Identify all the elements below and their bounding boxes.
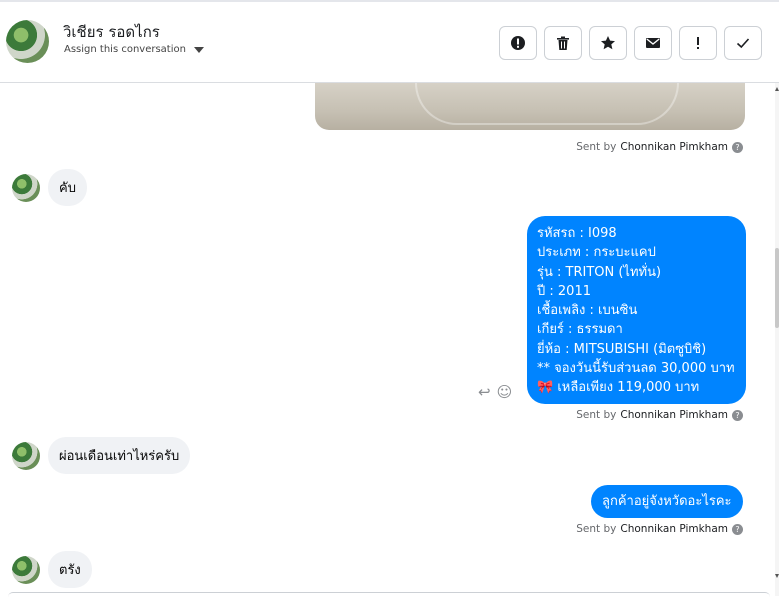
check-icon	[736, 38, 750, 49]
message-line: รุ่น : TRITON (ไททั่น)	[537, 264, 662, 280]
message-line: เกียร์ : ธรรมดา	[537, 322, 623, 338]
incoming-message[interactable]: ผ่อนเดือนเท่าไหร่ครับ	[48, 437, 191, 474]
incoming-message[interactable]: คับ	[48, 169, 87, 206]
message-line: ยี่ห้อ : MITSUBISHI (มิตซูบิชิ)	[537, 341, 707, 357]
help-icon[interactable]: ?	[732, 409, 743, 421]
help-icon[interactable]: ?	[732, 523, 743, 535]
trash-icon	[557, 36, 569, 50]
contact-avatar-small[interactable]	[12, 442, 40, 470]
scroll-up-icon[interactable]	[775, 87, 779, 91]
reply-icon[interactable]: ↩	[478, 383, 491, 401]
message-actions: ↩ ☺	[478, 383, 512, 401]
sent-by-prefix: Sent by	[576, 141, 617, 153]
star-button[interactable]	[589, 26, 627, 60]
sent-by-label: Sent by Chonnikan Pimkham ?	[576, 409, 743, 421]
composer-edge	[8, 592, 770, 597]
message-thread[interactable]: Sent by Chonnikan Pimkham ? คับ รหัสรถ :…	[0, 83, 775, 596]
assign-conversation-dropdown[interactable]: Assign this conversation	[64, 44, 204, 55]
done-button[interactable]	[724, 26, 762, 60]
follow-up-button[interactable]	[679, 26, 717, 60]
incoming-message[interactable]: ตรัง	[48, 551, 92, 588]
scroll-down-icon[interactable]	[775, 574, 779, 578]
sent-by-prefix: Sent by	[576, 523, 617, 535]
assign-label: Assign this conversation	[64, 44, 186, 55]
message-line: รหัสรถ : I098	[537, 226, 617, 241]
caret-down-icon	[193, 46, 204, 53]
sent-by-prefix: Sent by	[576, 409, 617, 421]
sent-by-label: Sent by Chonnikan Pimkham ?	[576, 523, 743, 535]
emoji-react-icon[interactable]: ☺	[497, 383, 513, 401]
contact-name[interactable]: วิเชียร รอดไกร	[63, 20, 160, 44]
conversation-header: วิเชียร รอดไกร Assign this conversation	[0, 2, 779, 83]
delete-button[interactable]	[544, 26, 582, 60]
contact-avatar-small[interactable]	[12, 556, 40, 584]
image-attachment[interactable]	[315, 83, 745, 130]
scrollbar[interactable]	[775, 83, 779, 596]
message-line: ** จองวันนี้รับส่วนลด 30,000 บาท	[537, 361, 735, 377]
exclamation-icon	[697, 37, 699, 49]
agent-name[interactable]: Chonnikan Pimkham	[620, 523, 728, 535]
alert-circle-icon	[511, 36, 525, 50]
message-line: 🎀 เหลือเพียง 119,000 บาท	[537, 380, 700, 396]
sent-by-label: Sent by Chonnikan Pimkham ?	[576, 141, 743, 153]
star-icon	[601, 36, 615, 50]
mark-unread-button[interactable]	[634, 26, 672, 60]
spam-button[interactable]	[499, 26, 537, 60]
message-line: ปี : 2011	[537, 283, 591, 299]
agent-name[interactable]: Chonnikan Pimkham	[620, 409, 728, 421]
message-line: เชื้อเพลิง : เบนซิน	[537, 303, 638, 319]
outgoing-message[interactable]: ลูกค้าอยู่จังหวัดอะไรคะ	[591, 485, 743, 518]
contact-avatar-small[interactable]	[12, 174, 40, 202]
help-icon[interactable]: ?	[732, 141, 743, 153]
outgoing-message[interactable]: รหัสรถ : I098 ประเภท : กระบะแคป รุ่น : T…	[527, 216, 746, 404]
scrollbar-thumb[interactable]	[775, 248, 779, 328]
header-actions	[499, 26, 762, 60]
agent-name[interactable]: Chonnikan Pimkham	[620, 141, 728, 153]
message-line: ประเภท : กระบะแคป	[537, 245, 656, 261]
envelope-icon	[646, 38, 660, 48]
contact-avatar[interactable]	[6, 20, 49, 63]
